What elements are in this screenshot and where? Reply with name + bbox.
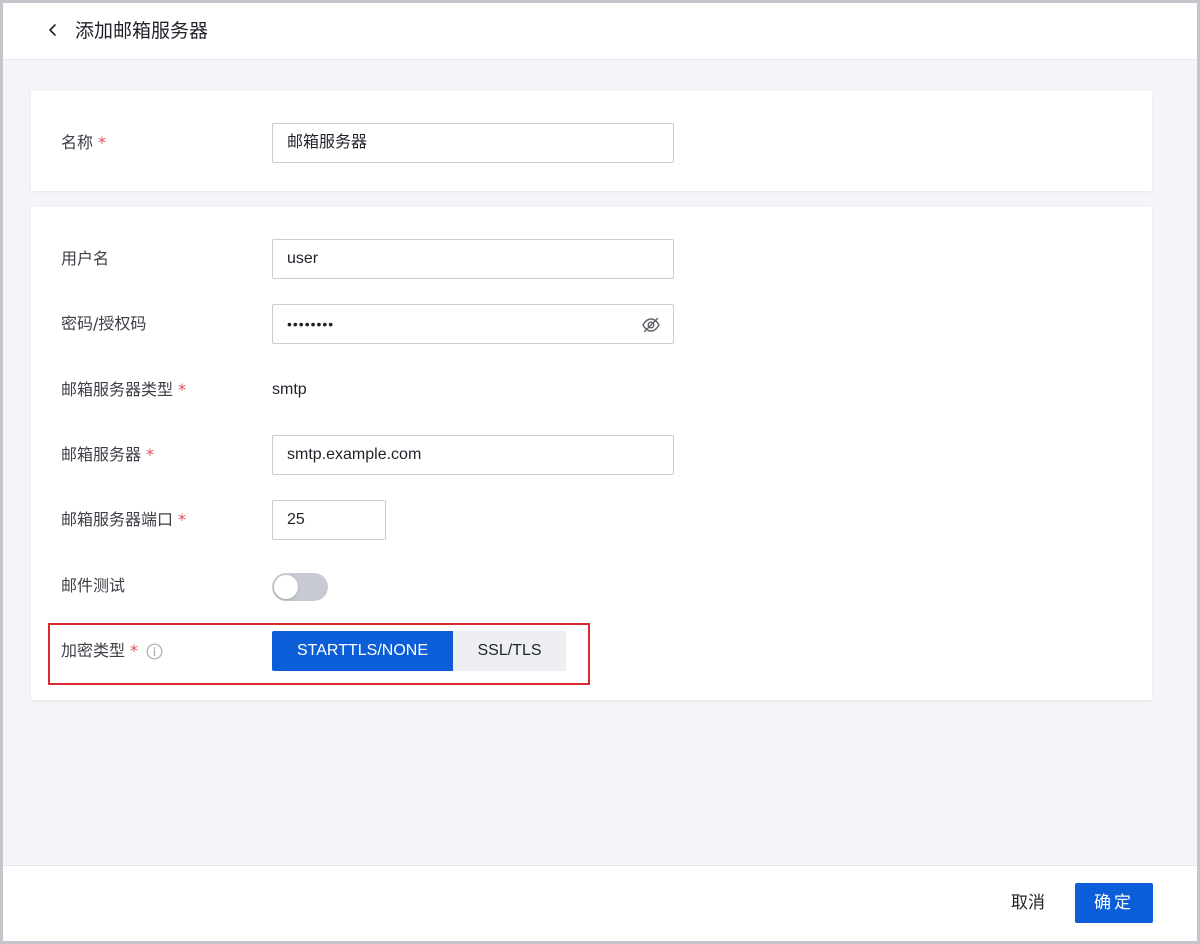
username-row: 用户名 user (31, 239, 1152, 279)
username-input[interactable]: user (272, 239, 674, 279)
server-row: 邮箱服务器 * smtp.example.com (31, 435, 1152, 475)
name-row: 名称 * 邮箱服务器 (31, 123, 1152, 163)
password-row: 密码/授权码 •••••••• (31, 304, 1152, 344)
server-type-row: 邮箱服务器类型 * smtp (31, 370, 1152, 410)
name-label: 名称 * (61, 133, 107, 152)
port-row: 邮箱服务器端口 * 25 (31, 500, 1152, 540)
page-title: 添加邮箱服务器 (75, 20, 209, 42)
port-input[interactable]: 25 (272, 500, 386, 540)
basic-info-card: 名称 * 邮箱服务器 (31, 91, 1152, 191)
port-label: 邮箱服务器端口 * (61, 510, 187, 529)
required-mark: * (130, 641, 139, 660)
cancel-button[interactable]: 取消 (997, 883, 1059, 923)
encryption-row: 加密类型 * STARTTLS/NONE SSL/TLS (31, 631, 1152, 671)
server-type-label: 邮箱服务器类型 * (61, 380, 187, 399)
chevron-left-icon (49, 24, 56, 36)
server-label: 邮箱服务器 * (61, 445, 155, 464)
eye-off-icon[interactable] (641, 315, 661, 335)
required-mark: * (178, 510, 187, 529)
server-settings-card: 用户名 user 密码/授权码 •••••••• 邮箱服务器类型 * smtp 邮… (31, 207, 1152, 700)
mail-test-row: 邮件测试 (31, 566, 1152, 606)
info-icon[interactable] (146, 643, 163, 660)
encryption-option-ssl-tls[interactable]: SSL/TLS (453, 631, 566, 671)
server-input[interactable]: smtp.example.com (272, 435, 674, 475)
username-label: 用户名 (61, 249, 110, 268)
toggle-knob (274, 575, 298, 599)
encryption-label: 加密类型 * (61, 631, 163, 671)
back-button[interactable] (39, 16, 67, 44)
required-mark: * (146, 445, 155, 464)
required-mark: * (98, 133, 107, 152)
password-input[interactable]: •••••••• (272, 304, 674, 344)
confirm-button[interactable]: 确定 (1075, 883, 1153, 923)
page-header: 添加邮箱服务器 (3, 3, 1197, 60)
name-input[interactable]: 邮箱服务器 (272, 123, 674, 163)
mail-test-label: 邮件测试 (61, 576, 126, 595)
app-window: 添加邮箱服务器 名称 * 邮箱服务器 用户名 user 密码/授权码 ••••••… (0, 0, 1200, 944)
required-mark: * (178, 380, 187, 399)
password-value: •••••••• (287, 316, 335, 332)
server-type-value: smtp (272, 381, 307, 398)
mail-test-toggle[interactable] (272, 573, 328, 601)
footer-bar: 取消 确定 (3, 865, 1197, 941)
encryption-option-starttls[interactable]: STARTTLS/NONE (272, 631, 453, 671)
password-label: 密码/授权码 (61, 314, 147, 333)
